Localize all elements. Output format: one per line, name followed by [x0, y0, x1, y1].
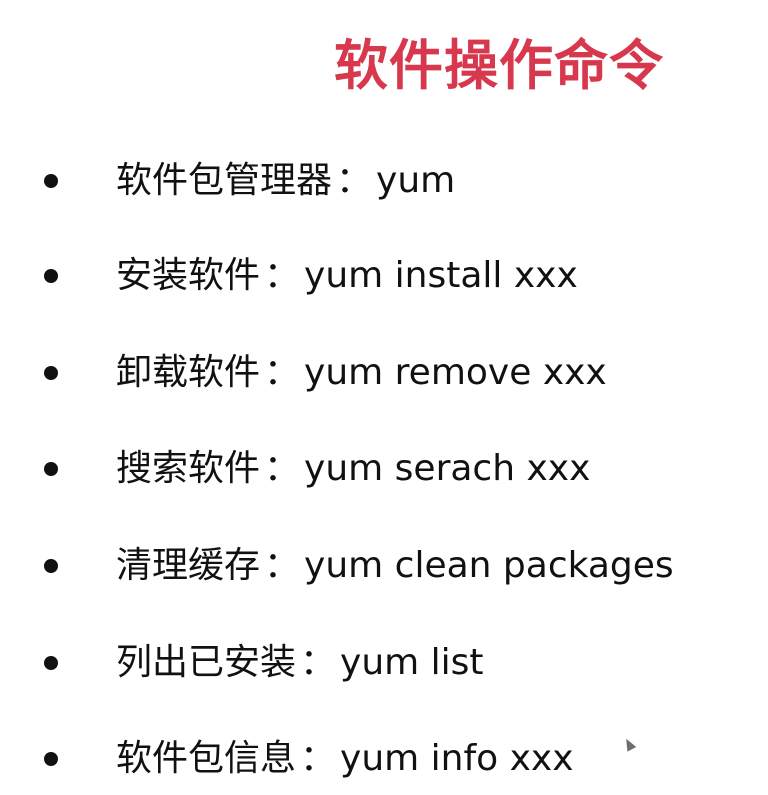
- list-item-package-manager: 软件包管理器 ： yum: [42, 151, 455, 211]
- item-label: 软件包信息: [116, 738, 297, 779]
- bullet-dot-icon: [44, 462, 58, 476]
- item-command: yum: [376, 160, 456, 201]
- list-item-list-installed: 列出已安装 ： yum list: [42, 633, 484, 693]
- slide-title: 软件操作命令: [334, 34, 664, 97]
- slide: 软件操作命令 软件包管理器 ： yum 安装软件 ： yum install x…: [0, 0, 768, 795]
- item-command: yum clean packages: [304, 545, 674, 586]
- list-item-clean-cache: 清理缓存 ： yum clean packages: [42, 536, 674, 596]
- item-separator: ：: [300, 642, 337, 683]
- item-command: yum serach xxx: [304, 448, 591, 489]
- item-label: 清理缓存: [116, 545, 261, 586]
- item-command: yum install xxx: [304, 255, 578, 296]
- list-item-install: 安装软件 ： yum install xxx: [42, 246, 578, 306]
- item-separator: ：: [264, 545, 301, 586]
- list-item-search: 搜索软件 ： yum serach xxx: [42, 439, 590, 499]
- item-separator: ：: [264, 255, 301, 296]
- item-command: yum info xxx: [340, 738, 574, 779]
- mouse-pointer-icon: [621, 736, 637, 752]
- item-separator: ：: [264, 448, 301, 489]
- list-item-package-info: 软件包信息 ： yum info xxx: [42, 729, 574, 789]
- item-separator: ：: [300, 738, 337, 779]
- item-label: 列出已安装: [116, 642, 297, 683]
- item-label: 安装软件: [116, 255, 261, 296]
- item-command: yum list: [340, 642, 484, 683]
- item-label: 搜索软件: [116, 448, 261, 489]
- item-separator: ：: [336, 160, 373, 201]
- bullet-dot-icon: [44, 366, 58, 380]
- bullet-dot-icon: [44, 752, 58, 766]
- item-label: 软件包管理器: [116, 160, 333, 201]
- item-separator: ：: [264, 352, 301, 393]
- list-item-remove: 卸载软件 ： yum remove xxx: [42, 343, 607, 403]
- item-command: yum remove xxx: [304, 352, 607, 393]
- bullet-dot-icon: [44, 656, 58, 670]
- bullet-dot-icon: [44, 269, 58, 283]
- bullet-dot-icon: [44, 559, 58, 573]
- item-label: 卸载软件: [116, 352, 261, 393]
- bullet-dot-icon: [44, 174, 58, 188]
